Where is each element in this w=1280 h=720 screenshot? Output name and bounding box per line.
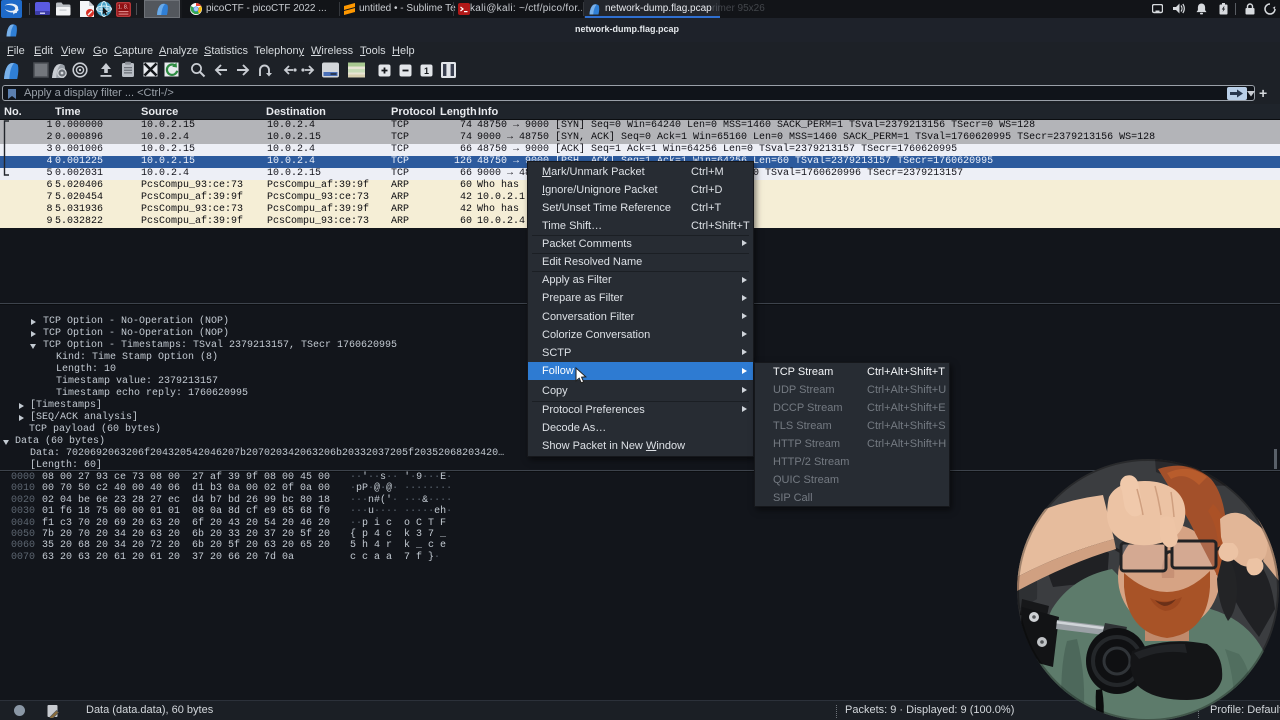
svg-text:8.: 8.	[124, 4, 128, 10]
svg-text:1: 1	[424, 66, 429, 76]
svg-text:1.: 1.	[118, 4, 122, 10]
